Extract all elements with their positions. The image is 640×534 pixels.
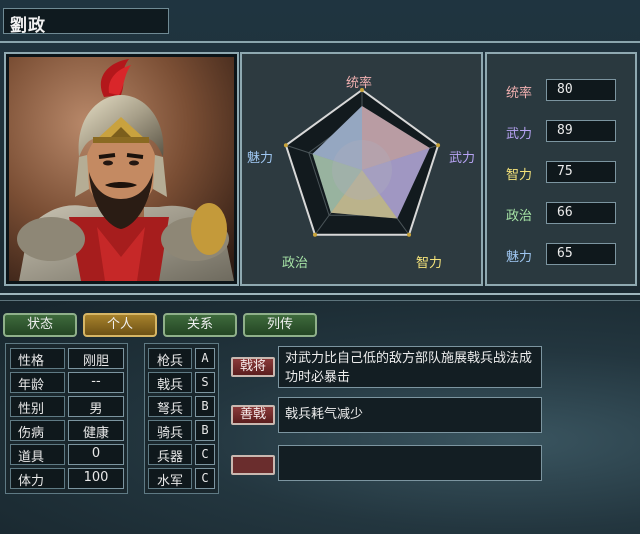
troop-label: 兵器 (148, 444, 192, 465)
radar-vertex-dot (407, 232, 412, 237)
attr-value: 0 (68, 444, 124, 465)
radar-label-wuli: 武力 (449, 151, 476, 166)
troop-row-halberd: 戟兵 S (148, 372, 218, 394)
skill-button-jijiang[interactable]: 戟将 (231, 357, 275, 377)
attr-value: 100 (68, 468, 124, 489)
stat-value: 75 (546, 161, 616, 183)
troop-grade: A (195, 348, 215, 369)
section-divider-thin (0, 300, 640, 301)
skill-description-jijiang: 对武力比自己低的敌方部队施展戟兵战法成功时必暴击 (278, 346, 542, 388)
stat-label: 智力 (506, 168, 533, 183)
stats-panel: 统率 80 武力 89 智力 75 政治 66 魅力 65 (485, 52, 637, 286)
tab-personal[interactable]: 个人 (83, 313, 157, 337)
stat-value: 80 (546, 79, 616, 101)
radar-center-glow (332, 140, 392, 200)
attr-row-items: 道具 0 (10, 444, 126, 466)
personal-attributes-panel: 性格 刚胆 年龄 -- 性别 男 伤病 健康 道具 0 体力 100 (5, 343, 128, 494)
troop-label: 骑兵 (148, 420, 192, 441)
troop-row-spear: 枪兵 A (148, 348, 218, 370)
attr-row-gender: 性别 男 (10, 396, 126, 418)
attr-label: 体力 (10, 468, 65, 489)
stat-label: 统率 (506, 86, 533, 101)
troop-label: 枪兵 (148, 348, 192, 369)
troop-aptitude-panel: 枪兵 A 戟兵 S 弩兵 B 骑兵 B 兵器 C 水军 C (144, 343, 219, 494)
stat-row-meili: 魅力 65 (504, 243, 634, 267)
troop-grade: S (195, 372, 215, 393)
portrait-frame (4, 52, 239, 286)
header-divider (0, 41, 640, 43)
radar-vertex-dot (436, 143, 441, 148)
radar-label-zhengzhi: 政治 (282, 256, 309, 271)
radar-label-zhili: 智力 (416, 256, 443, 271)
stat-label: 政治 (506, 209, 533, 224)
stat-row-wuli: 武力 89 (504, 120, 634, 144)
attr-label: 年龄 (10, 372, 65, 393)
troop-row-cavalry: 骑兵 B (148, 420, 218, 442)
radar-vertex-dot (283, 143, 288, 148)
stat-value: 89 (546, 120, 616, 142)
skill-button-shanji[interactable]: 善戟 (231, 405, 275, 425)
troop-grade: B (195, 396, 215, 417)
attr-value: -- (68, 372, 124, 393)
skill-description-empty (278, 445, 542, 481)
troop-row-navy: 水军 C (148, 468, 218, 490)
radar-label-tongshuai: 统率 (346, 76, 373, 91)
attr-row-age: 年龄 -- (10, 372, 126, 394)
skill-button-empty[interactable] (231, 455, 275, 475)
troop-row-siege: 兵器 C (148, 444, 218, 466)
attr-label: 性别 (10, 396, 65, 417)
officer-name: 劉政 (3, 8, 169, 36)
troop-grade: C (195, 468, 215, 489)
attr-label: 道具 (10, 444, 65, 465)
stat-row-zhili: 智力 75 (504, 161, 634, 185)
tab-biography[interactable]: 列传 (243, 313, 317, 337)
troop-label: 戟兵 (148, 372, 192, 393)
portrait-illustration (9, 57, 234, 281)
attr-value: 刚胆 (68, 348, 124, 369)
troop-label: 水军 (148, 468, 192, 489)
attr-value: 男 (68, 396, 124, 417)
radar-chart-panel: 统率 武力 智力 政治 魅力 (240, 52, 483, 286)
troop-grade: B (195, 420, 215, 441)
section-divider (0, 293, 640, 295)
radar-label-meili: 魅力 (247, 151, 274, 166)
stat-row-tongshuai: 统率 80 (504, 79, 634, 103)
radar-vertex-dot (312, 232, 317, 237)
troop-label: 弩兵 (148, 396, 192, 417)
attr-value: 健康 (68, 420, 124, 441)
attr-label: 伤病 (10, 420, 65, 441)
attr-row-injury: 伤病 健康 (10, 420, 126, 442)
stat-label: 武力 (506, 127, 533, 142)
troop-row-crossbow: 弩兵 B (148, 396, 218, 418)
stat-label: 魅力 (506, 250, 533, 265)
attr-label: 性格 (10, 348, 65, 369)
stat-value: 65 (546, 243, 616, 265)
attr-row-personality: 性格 刚胆 (10, 348, 126, 370)
tab-relations[interactable]: 关系 (163, 313, 237, 337)
attr-row-stamina: 体力 100 (10, 468, 126, 490)
stat-row-zhengzhi: 政治 66 (504, 202, 634, 226)
troop-grade: C (195, 444, 215, 465)
stat-value: 66 (546, 202, 616, 224)
tab-status[interactable]: 状态 (3, 313, 77, 337)
skill-description-shanji: 戟兵耗气减少 (278, 397, 542, 433)
